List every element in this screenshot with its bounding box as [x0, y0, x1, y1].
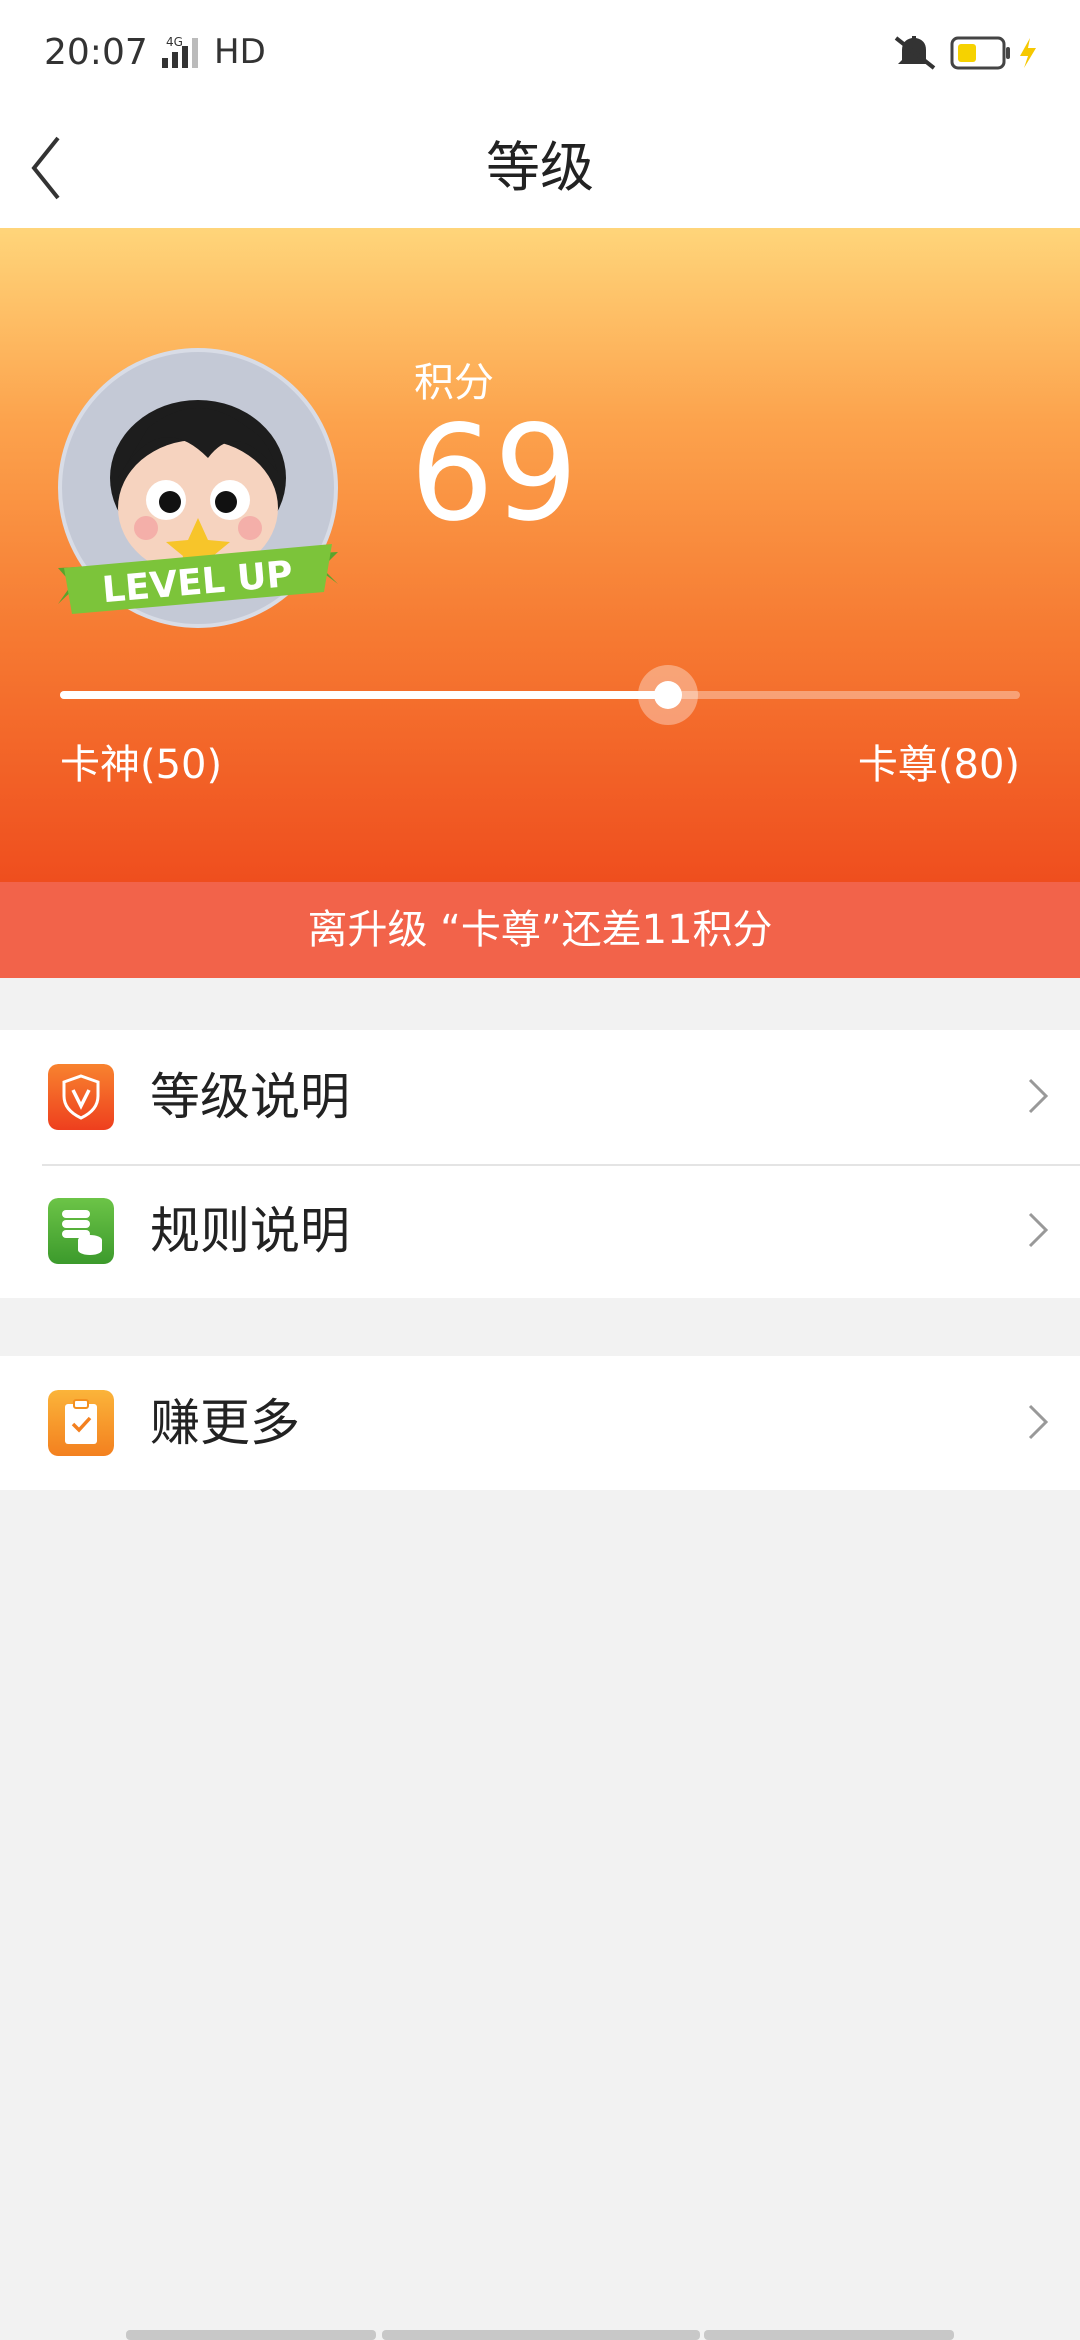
level-avatar-icon: LEVEL UP	[58, 348, 338, 628]
level-hero-card: LEVEL UP 积分 69 卡神(50) 卡尊(80)	[0, 228, 1080, 882]
hd-indicator: HD	[214, 32, 266, 72]
upgrade-hint-banner: 离升级 “卡尊”还差11积分	[0, 882, 1080, 978]
menu-group-earn: 赚更多	[0, 1356, 1080, 1490]
clipboard-check-icon	[48, 1390, 114, 1456]
gesture-bar-center	[382, 2330, 700, 2340]
network-label: 4G	[166, 35, 183, 49]
points-value: 69	[410, 397, 578, 551]
menu-label: 赚更多	[150, 1394, 300, 1452]
level-progress-track	[60, 691, 1020, 699]
menu-label: 规则说明	[150, 1202, 350, 1260]
battery-icon	[950, 36, 1010, 70]
next-level-label: 卡尊(80)	[857, 742, 1020, 788]
gesture-bar-right	[704, 2330, 954, 2340]
nav-bar: 等级	[0, 108, 1080, 228]
mute-icon	[894, 36, 936, 70]
signal-icon: 4G	[162, 35, 198, 68]
menu-group-info: 等级说明 规则说明	[0, 1030, 1080, 1298]
menu-item-earn-more[interactable]: 赚更多	[0, 1356, 1080, 1490]
coins-stack-icon	[48, 1198, 114, 1264]
charging-bolt-icon	[1020, 38, 1036, 68]
shield-v-icon	[48, 1064, 114, 1130]
page-title: 等级	[486, 136, 594, 199]
status-time: 20:07	[44, 32, 148, 73]
gesture-bar-left	[126, 2330, 376, 2340]
chevron-right-icon	[1028, 1078, 1049, 1114]
menu-item-level-info[interactable]: 等级说明	[0, 1030, 1080, 1164]
menu-label: 等级说明	[150, 1068, 350, 1126]
status-bar: 20:07 4G HD	[0, 0, 1080, 108]
chevron-right-icon	[1028, 1404, 1049, 1440]
chevron-right-icon	[1028, 1212, 1049, 1248]
menu-item-rules-info[interactable]: 规则说明	[0, 1164, 1080, 1298]
level-progress-knob	[637, 665, 698, 725]
current-level-label: 卡神(50)	[60, 742, 223, 788]
level-progress-fill	[60, 691, 668, 699]
